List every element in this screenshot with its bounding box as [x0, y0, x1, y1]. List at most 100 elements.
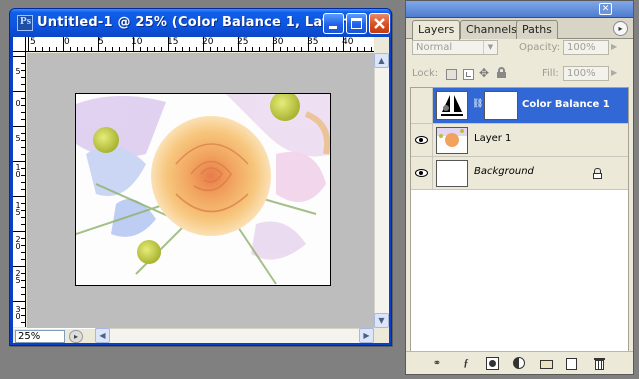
- ruler-tick: [301, 47, 302, 51]
- link-layers-icon[interactable]: ⚭: [428, 357, 446, 370]
- ruler-origin[interactable]: [13, 37, 26, 52]
- ruler-tick: [63, 37, 64, 51]
- ruler-tick: [322, 47, 323, 51]
- ruler-label: 15: [15, 201, 21, 217]
- layer-mask-icon[interactable]: [486, 357, 499, 370]
- layer-row-layer-1[interactable]: Layer 1: [411, 124, 628, 157]
- ruler-tick: [13, 91, 25, 92]
- close-button[interactable]: [369, 13, 390, 34]
- layer-row-color-balance[interactable]: ⛓ Color Balance 1: [411, 88, 628, 124]
- lock-all-icon[interactable]: [497, 67, 506, 78]
- layer-list: ⛓ Color Balance 1 Layer 1 Background: [410, 87, 629, 357]
- ruler-vertical[interactable]: 5 0 5 10 15 20 25 30: [13, 52, 26, 327]
- ruler-tick: [21, 203, 25, 204]
- delete-layer-icon[interactable]: [593, 357, 606, 370]
- fill-field[interactable]: 100%: [563, 66, 609, 81]
- tab-layers[interactable]: Layers: [412, 20, 461, 40]
- lock-image-icon[interactable]: [463, 69, 474, 80]
- ruler-tick: [21, 280, 25, 281]
- lock-icon: [593, 168, 602, 179]
- lock-label: Lock:: [412, 68, 439, 79]
- ruler-tick: [105, 47, 106, 51]
- ruler-label: 0: [64, 37, 70, 47]
- ruler-tick: [182, 47, 183, 51]
- canvas-image[interactable]: [75, 93, 331, 286]
- ruler-tick: [175, 47, 176, 51]
- status-menu-icon[interactable]: ▸: [69, 330, 83, 343]
- ruler-tick: [266, 47, 267, 51]
- ruler-tick: [21, 182, 25, 183]
- ruler-tick: [21, 189, 25, 190]
- ruler-label: 5: [30, 37, 36, 47]
- canvas-area[interactable]: [27, 53, 374, 328]
- ruler-tick: [21, 147, 25, 148]
- eye-icon: [415, 136, 428, 144]
- ruler-tick: [13, 266, 25, 267]
- maximize-icon: [351, 18, 362, 29]
- ruler-tick: [21, 294, 25, 295]
- close-icon[interactable]: ✕: [599, 3, 612, 15]
- ruler-tick: [336, 47, 337, 51]
- ruler-tick: [77, 47, 78, 51]
- palette-menu-icon[interactable]: ▸: [613, 21, 628, 36]
- ruler-tick: [210, 47, 211, 51]
- ruler-tick: [13, 161, 25, 162]
- horizontal-scrollbar[interactable]: ◀ ▶: [95, 328, 374, 343]
- ruler-tick: [21, 308, 25, 309]
- scroll-up-button[interactable]: ▲: [374, 53, 389, 68]
- fill-label: Fill:: [542, 68, 559, 79]
- tab-channels[interactable]: Channels: [460, 20, 523, 39]
- ruler-tick: [84, 47, 85, 51]
- ruler-tick: [133, 37, 134, 51]
- visibility-toggle[interactable]: [411, 124, 433, 156]
- ruler-horizontal[interactable]: 5 0 5 10 15 20 25 30 35 40: [26, 37, 374, 52]
- scroll-down-button[interactable]: ▼: [374, 313, 389, 328]
- ruler-tick: [231, 47, 232, 51]
- ruler-tick: [259, 47, 260, 51]
- document-titlebar[interactable]: Ps Untitled-1 @ 25% (Color Balance 1, La…: [10, 9, 391, 37]
- tab-paths[interactable]: Paths: [516, 20, 558, 39]
- ruler-tick: [98, 37, 99, 51]
- blend-mode-value: Normal: [416, 42, 453, 53]
- blend-mode-select[interactable]: Normal ▼: [412, 40, 498, 55]
- scroll-right-button[interactable]: ▶: [359, 328, 374, 343]
- ruler-tick: [13, 301, 25, 302]
- ruler-tick: [42, 47, 43, 51]
- ruler-tick: [21, 105, 25, 106]
- layer-name: Color Balance 1: [522, 99, 610, 110]
- layer-style-icon[interactable]: ƒ: [458, 357, 474, 370]
- lock-transparent-icon[interactable]: [446, 69, 457, 80]
- layer-mask-thumbnail[interactable]: [484, 91, 518, 120]
- visibility-toggle[interactable]: [411, 157, 433, 189]
- photoshop-icon[interactable]: Ps: [17, 15, 33, 31]
- opacity-slider-icon[interactable]: ▶: [611, 42, 617, 51]
- vertical-scrollbar[interactable]: ▲ ▼: [374, 53, 389, 328]
- fill-slider-icon[interactable]: ▶: [611, 68, 617, 77]
- minimize-button[interactable]: [323, 13, 344, 34]
- lock-position-icon[interactable]: ✥: [479, 66, 489, 80]
- layer-name: Background: [474, 166, 534, 177]
- ruler-tick: [21, 98, 25, 99]
- ruler-tick: [147, 47, 148, 51]
- ruler-tick: [203, 37, 204, 51]
- chevron-down-icon: ▼: [483, 41, 497, 54]
- new-group-icon[interactable]: [540, 357, 553, 370]
- ruler-tick: [70, 47, 71, 51]
- ruler-tick: [49, 47, 50, 51]
- ruler-tick: [21, 112, 25, 113]
- ruler-tick: [21, 140, 25, 141]
- zoom-field[interactable]: 25%: [15, 330, 65, 343]
- opacity-label: Opacity:: [519, 42, 561, 53]
- scroll-left-button[interactable]: ◀: [95, 328, 110, 343]
- chain-link-icon[interactable]: ⛓: [472, 99, 483, 109]
- palette-bottom-bar: ⚭ ƒ: [406, 351, 633, 374]
- opacity-field[interactable]: 100%: [563, 40, 609, 55]
- visibility-toggle[interactable]: [411, 88, 433, 123]
- maximize-button[interactable]: [346, 13, 367, 34]
- ruler-tick: [350, 47, 351, 51]
- layer-row-background[interactable]: Background: [411, 157, 628, 190]
- ruler-tick: [217, 47, 218, 51]
- new-layer-icon[interactable]: [566, 357, 577, 370]
- adjustment-layer-icon[interactable]: [512, 357, 526, 370]
- palette-titlebar[interactable]: ✕: [406, 1, 633, 18]
